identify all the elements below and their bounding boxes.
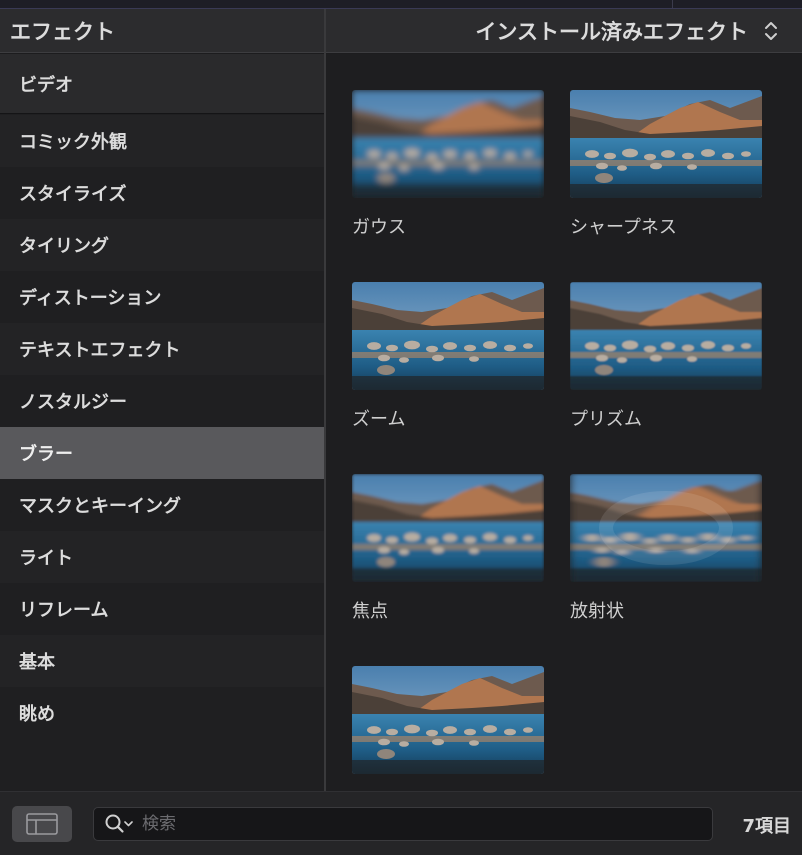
search-field[interactable] (93, 807, 713, 841)
sidebar-item[interactable]: マスクとキーイング (0, 479, 324, 531)
effect-tile[interactable]: シャープネス (570, 90, 762, 239)
sidebar-item[interactable]: ビデオ (0, 54, 324, 114)
effect-thumbnail (352, 474, 544, 582)
effect-tile[interactable]: ガウス (352, 90, 544, 239)
effects-panel-title: エフェクト (0, 9, 324, 53)
effect-name: シャープネス (570, 217, 677, 238)
effect-tile[interactable]: 放射状 (570, 474, 762, 623)
installed-effects-label: インストール済みエフェクト (475, 19, 748, 44)
sidebar-item-label: ビデオ (19, 74, 73, 96)
window-top-edge (0, 0, 802, 9)
effect-thumbnail (352, 282, 544, 390)
category-sidebar: ビデオコミック外観 スタイライズ タイリングディストーション テキストエフェクト ノスタ… (0, 54, 324, 791)
effect-thumbnail (570, 282, 762, 390)
sidebar-item-label: マスクとキーイング (19, 496, 181, 517)
effect-name: 焦点 (352, 601, 388, 622)
effect-name: 放射状 (570, 601, 624, 622)
effect-name: プリズム (570, 409, 642, 430)
magnifier-with-chevron-icon[interactable] (104, 813, 136, 835)
effect-thumbnail (570, 90, 762, 198)
effects-grid: ガウス シャープネスズーム プリズム焦点 放射状 (326, 54, 802, 791)
sidebar-item[interactable]: ライト (0, 531, 324, 583)
sidebar-item-label: 眺め (19, 704, 55, 725)
sidebar-item-label: タイリング (19, 236, 109, 257)
sidebar-item-label: ノスタルジー (19, 392, 127, 413)
browser-footer: 7項目 (0, 791, 802, 855)
effect-tile[interactable]: ズーム (352, 282, 544, 431)
item-count: 7項目 (742, 816, 791, 837)
sidebar-item[interactable]: テキストエフェクト (0, 323, 324, 375)
effect-thumbnail (352, 90, 544, 198)
sidebar-item-label: コミック外観 (19, 132, 127, 153)
effect-thumbnail (352, 666, 544, 774)
sidebar-item[interactable]: ブラー (0, 427, 324, 479)
sidebar-item[interactable]: スタイライズ (0, 167, 324, 219)
sidebar-item-label: ブラー (19, 444, 73, 465)
effect-tile[interactable]: 焦点 (352, 474, 544, 623)
sidebar-item-label: ライト (19, 548, 73, 569)
sidebar-item-label: 基本 (19, 652, 55, 673)
up-down-chevron-icon (764, 20, 778, 42)
sidebar-item[interactable]: コミック外観 (0, 115, 324, 167)
sidebar-item-label: ディストーション (19, 288, 162, 309)
sidebar-item[interactable]: タイリング (0, 219, 324, 271)
sidebar-layout-icon (26, 813, 58, 835)
effect-tile[interactable]: プリズム (570, 282, 762, 431)
sidebar-item[interactable]: ディストーション (0, 271, 324, 323)
sidebar-item[interactable]: ノスタルジー (0, 375, 324, 427)
sidebar-item[interactable]: リフレーム (0, 583, 324, 635)
layout-toggle-button[interactable] (12, 806, 72, 842)
sidebar-item-label: リフレーム (19, 600, 109, 621)
sidebar-item-label: スタイライズ (19, 184, 127, 205)
effect-thumbnail (570, 474, 762, 582)
sidebar-item[interactable]: 基本 (0, 635, 324, 687)
installed-effects-popup[interactable]: インストール済みエフェクト (326, 9, 802, 53)
search-input[interactable] (140, 813, 664, 835)
effect-name: ガウス (352, 217, 406, 238)
effect-name: ズーム (352, 409, 406, 430)
sidebar-item-label: テキストエフェクト (19, 340, 181, 361)
sidebar-item[interactable]: 眺め (0, 687, 324, 739)
effect-tile[interactable] (352, 666, 544, 789)
